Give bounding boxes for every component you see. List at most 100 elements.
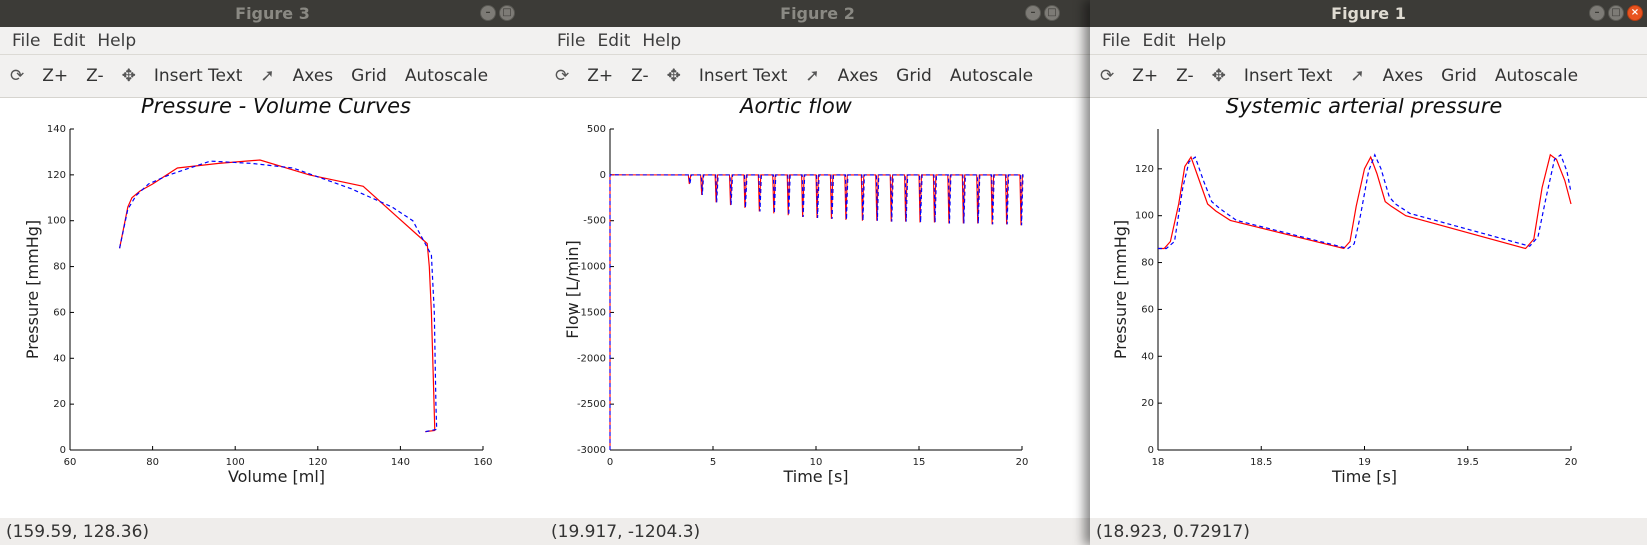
- aortic-flow-chart: Aortic flow0 5 10 15 205000-500-1000-1500-20…: [563, 98, 1028, 486]
- cursor-coordinates: (159.59, 128.36): [0, 518, 545, 545]
- zoom-in-button[interactable]: Z+: [1132, 66, 1158, 86]
- series-dashed-blue: [119, 160, 438, 433]
- menu-file[interactable]: File: [6, 31, 46, 51]
- menu-help[interactable]: Help: [636, 31, 687, 51]
- insert-text-button[interactable]: Insert Text: [1244, 66, 1333, 86]
- series-solid-red: [119, 159, 436, 433]
- y-tick-label: 0: [60, 445, 66, 456]
- y-tick-label: 500: [587, 124, 606, 135]
- y-tick-label: 60: [1141, 304, 1154, 315]
- figure-1-window: Figure 1 – □ × File Edit Help ⟳ Z+ Z- ✥ …: [1090, 0, 1647, 545]
- x-axis-label: Volume [ml]: [228, 467, 325, 486]
- rotate-icon[interactable]: ⟳: [555, 66, 569, 86]
- minimize-icon[interactable]: –: [1589, 5, 1605, 21]
- x-tick-label: 140: [391, 457, 410, 468]
- rotate-icon[interactable]: ⟳: [1100, 66, 1114, 86]
- pointer-icon[interactable]: ➚: [805, 66, 819, 86]
- zoom-out-button[interactable]: Z-: [631, 66, 648, 86]
- x-tick-label: 15: [913, 457, 926, 468]
- plot-area[interactable]: Aortic flow 0 5 10 15 20 500 0 -500 -1000 -1500 -20…: [545, 98, 1090, 518]
- cursor-coordinates: (18.923, 0.72917): [1090, 518, 1647, 545]
- figure-3-window: Figure 3 – □ File Edit Help ⟳ Z+ Z- ✥ In…: [0, 0, 545, 545]
- minimize-icon[interactable]: –: [1025, 5, 1041, 21]
- y-tick-label: 140: [47, 124, 66, 135]
- maximize-icon[interactable]: □: [1608, 5, 1624, 21]
- y-tick-label: 80: [1141, 258, 1154, 269]
- y-tick-label: 20: [1141, 398, 1154, 409]
- maximize-icon[interactable]: □: [499, 5, 515, 21]
- y-tick-label: 40: [53, 353, 66, 364]
- x-tick-label: 0: [607, 457, 613, 468]
- plot-box: [70, 129, 483, 450]
- pointer-icon[interactable]: ➚: [1350, 66, 1364, 86]
- pointer-icon[interactable]: ➚: [260, 66, 274, 86]
- plot-area[interactable]: Systemic arterial pressure 18 18.5 19 19.5 20…: [1090, 98, 1647, 518]
- autoscale-button[interactable]: Autoscale: [1495, 66, 1578, 86]
- y-tick-label: 80: [53, 262, 66, 273]
- y-tick-label: 0: [600, 170, 606, 181]
- y-tick-label: 100: [47, 216, 66, 227]
- title-bar[interactable]: Figure 3 – □: [0, 0, 545, 27]
- menu-bar: File Edit Help: [0, 27, 545, 55]
- chart-title: Aortic flow: [738, 98, 853, 118]
- x-tick-label: 18: [1152, 457, 1165, 468]
- x-axis-label: Time [s]: [1331, 467, 1397, 486]
- insert-text-button[interactable]: Insert Text: [699, 66, 788, 86]
- insert-text-button[interactable]: Insert Text: [154, 66, 243, 86]
- menu-file[interactable]: File: [1096, 31, 1136, 51]
- x-tick-label: 18.5: [1250, 457, 1272, 468]
- cursor-coordinates: (19.917, -1204.3): [545, 518, 1090, 545]
- chart-title: Systemic arterial pressure: [1226, 98, 1503, 118]
- window-title: Figure 1: [1331, 4, 1406, 23]
- maximize-icon[interactable]: □: [1044, 5, 1060, 21]
- menu-help[interactable]: Help: [1181, 31, 1232, 51]
- x-tick-label: 5: [710, 457, 716, 468]
- menu-bar: File Edit Help: [1090, 27, 1647, 55]
- y-tick-label: 60: [53, 307, 66, 318]
- zoom-out-button[interactable]: Z-: [86, 66, 103, 86]
- grid-button[interactable]: Grid: [1441, 66, 1477, 86]
- pressure-volume-chart: Pressure - Volume Curves 60 80 100 120 140 160…: [23, 98, 493, 486]
- toolbar: ⟳ Z+ Z- ✥ Insert Text ➚ Axes Grid Autosc…: [0, 55, 545, 98]
- autoscale-button[interactable]: Autoscale: [405, 66, 488, 86]
- plot-area[interactable]: Pressure - Volume Curves 60 80 100 120 140 160…: [0, 98, 545, 518]
- menu-bar: File Edit Help: [545, 27, 1090, 55]
- zoom-in-button[interactable]: Z+: [42, 66, 68, 86]
- pan-icon[interactable]: ✥: [667, 66, 681, 86]
- x-tick-label: 160: [473, 457, 492, 468]
- axes-button[interactable]: Axes: [838, 66, 878, 86]
- menu-edit[interactable]: Edit: [591, 31, 636, 51]
- y-tick-label: -2000: [577, 353, 606, 364]
- zoom-in-button[interactable]: Z+: [587, 66, 613, 86]
- x-tick-label: 80: [146, 457, 159, 468]
- systemic-pressure-chart: Systemic arterial pressure18 18.5 19 19.5 20…: [1111, 98, 1577, 486]
- plot-box: [1158, 129, 1571, 450]
- rotate-icon[interactable]: ⟳: [10, 66, 24, 86]
- axes-button[interactable]: Axes: [293, 66, 333, 86]
- menu-file[interactable]: File: [551, 31, 591, 51]
- y-tick-label: -500: [583, 216, 606, 227]
- axes-button[interactable]: Axes: [1383, 66, 1423, 86]
- grid-button[interactable]: Grid: [896, 66, 932, 86]
- title-bar[interactable]: Figure 2 – □: [545, 0, 1090, 27]
- y-tick-label: 40: [1141, 351, 1154, 362]
- pan-icon[interactable]: ✥: [1212, 66, 1226, 86]
- menu-edit[interactable]: Edit: [46, 31, 91, 51]
- menu-edit[interactable]: Edit: [1136, 31, 1181, 51]
- zoom-out-button[interactable]: Z-: [1176, 66, 1193, 86]
- y-tick-label: -3000: [577, 445, 606, 456]
- pan-icon[interactable]: ✥: [122, 66, 136, 86]
- grid-button[interactable]: Grid: [351, 66, 387, 86]
- chart-title: Pressure - Volume Curves: [141, 98, 411, 118]
- series-solid-red: [1158, 153, 1572, 250]
- close-icon[interactable]: ×: [1627, 5, 1643, 21]
- menu-help[interactable]: Help: [91, 31, 142, 51]
- title-bar[interactable]: Figure 1 – □ ×: [1090, 0, 1647, 27]
- x-tick-label: 19.5: [1457, 457, 1479, 468]
- y-axis-label: Flow [L/min]: [563, 240, 582, 339]
- minimize-icon[interactable]: –: [480, 5, 496, 21]
- autoscale-button[interactable]: Autoscale: [950, 66, 1033, 86]
- toolbar: ⟳ Z+ Z- ✥ Insert Text ➚ Axes Grid Autosc…: [545, 55, 1090, 98]
- window-title: Figure 3: [235, 4, 310, 23]
- x-tick-label: 60: [64, 457, 77, 468]
